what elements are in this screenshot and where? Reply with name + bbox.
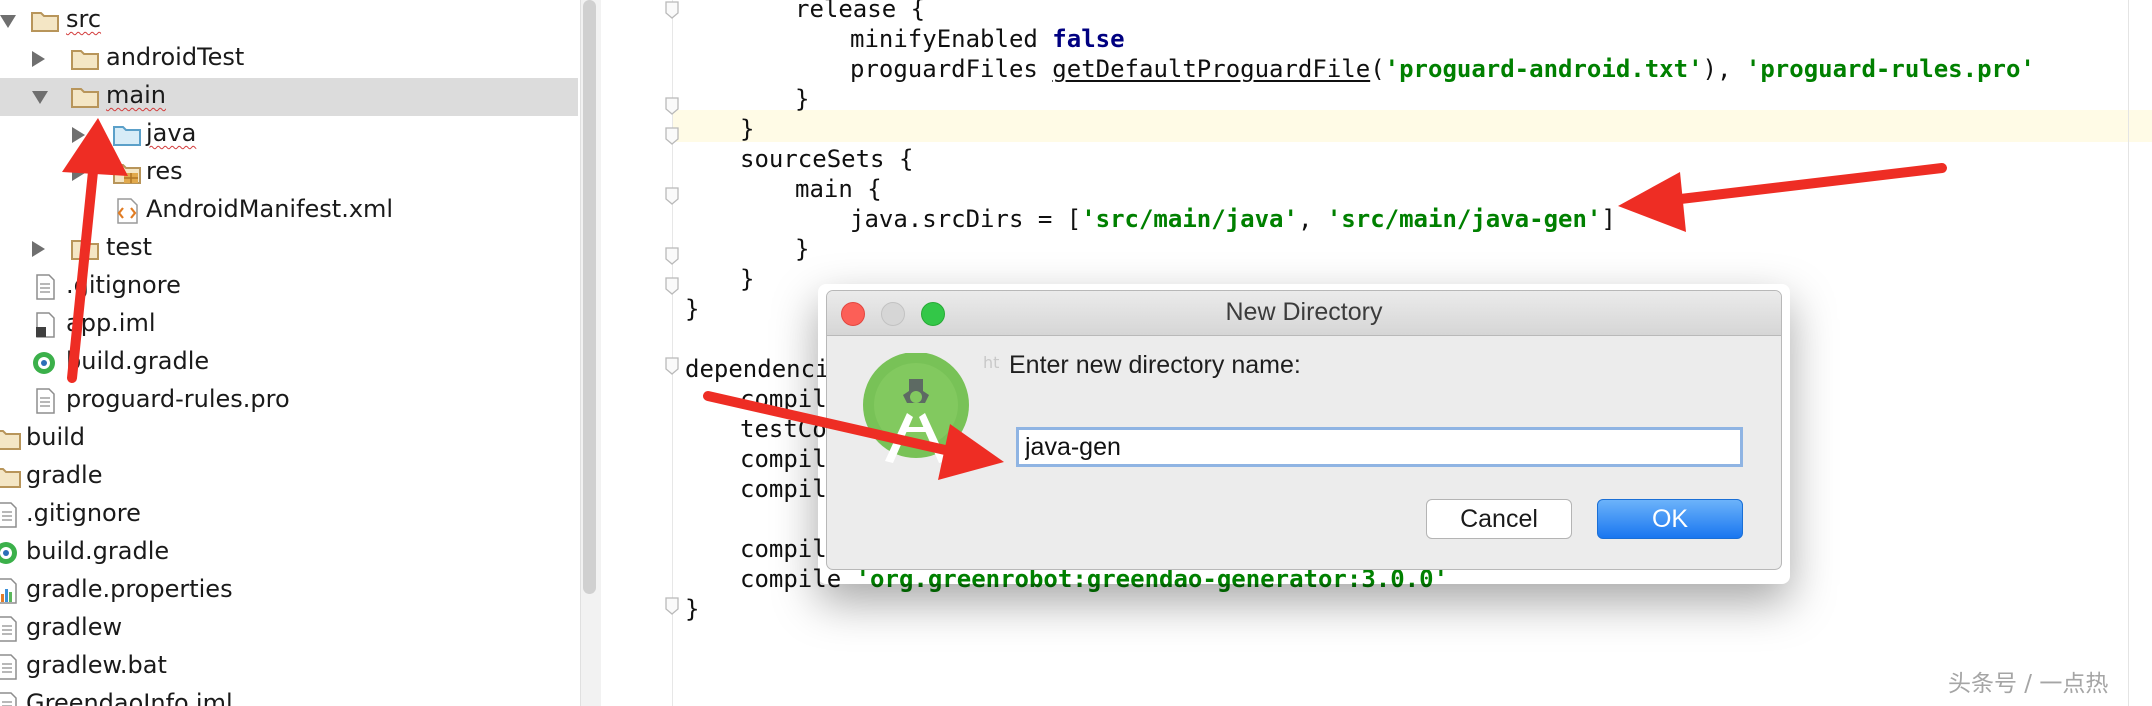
annotation-arrow-up	[62, 118, 128, 383]
annotation-arrows	[62, 118, 1947, 480]
annotation-arrow-srcdirs	[1618, 163, 1947, 232]
watermark-text: 头条号 / 一点热	[1948, 671, 2109, 697]
annotation-arrow-input	[703, 391, 1004, 480]
